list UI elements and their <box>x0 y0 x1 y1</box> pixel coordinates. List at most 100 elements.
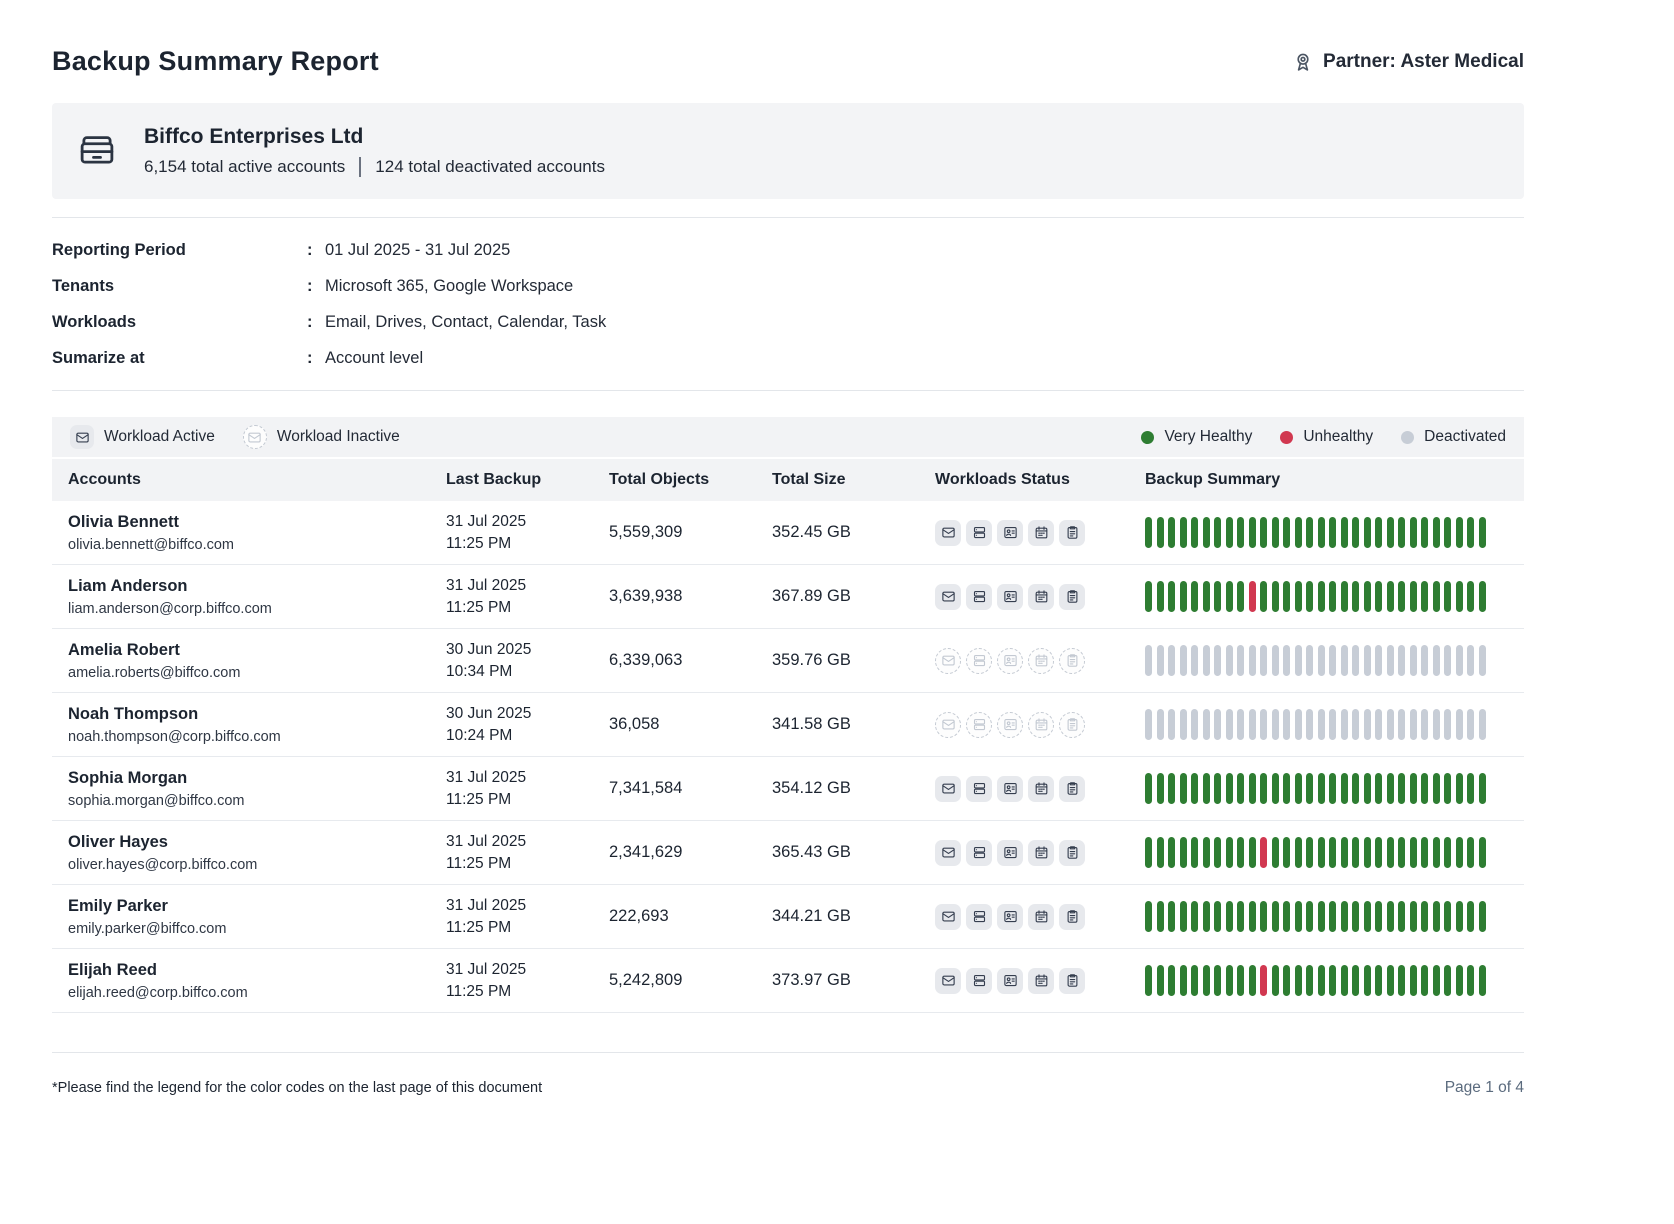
calendar-icon <box>1028 968 1054 994</box>
backup-summary-segment <box>1352 581 1359 612</box>
backup-summary-segment <box>1237 517 1244 548</box>
backup-summary-segment <box>1226 709 1233 740</box>
table-row: Elijah Reedelijah.reed@corp.biffco.com31… <box>52 949 1524 1013</box>
status-legend: Very Healthy Unhealthy Deactivated <box>1141 428 1506 446</box>
col-header-last-backup: Last Backup <box>430 471 593 489</box>
last-backup-time: 11:25 PM <box>446 919 593 937</box>
backup-summary-segment <box>1444 517 1451 548</box>
workloads-status-cell <box>919 648 1129 674</box>
backup-summary-segment <box>1329 709 1336 740</box>
meta-value: Account level <box>325 349 1524 368</box>
backup-summary-segment <box>1398 837 1405 868</box>
backup-summary-segment <box>1398 965 1405 996</box>
drives-icon <box>966 776 992 802</box>
backup-summary-segment <box>1479 773 1486 804</box>
account-name: Oliver Hayes <box>68 833 430 852</box>
last-backup-date: 31 Jul 2025 <box>446 833 593 851</box>
backup-summary-segment <box>1444 837 1451 868</box>
backup-summary-segment <box>1375 965 1382 996</box>
company-info: Biffco Enterprises Ltd 6,154 total activ… <box>144 125 605 177</box>
backup-summary-bars <box>1129 901 1524 932</box>
backup-summary-segment <box>1456 901 1463 932</box>
backup-summary-segment <box>1352 901 1359 932</box>
legend-workload-inactive-label: Workload Inactive <box>277 428 400 446</box>
last-backup-date: 31 Jul 2025 <box>446 513 593 531</box>
backup-summary-bars <box>1129 965 1524 996</box>
account-name: Emily Parker <box>68 897 430 916</box>
backup-summary-segment <box>1272 901 1279 932</box>
account-email: emily.parker@biffco.com <box>68 921 430 937</box>
meta-colon: : <box>307 277 325 296</box>
backup-summary-segment <box>1398 773 1405 804</box>
backup-summary-segment <box>1295 901 1302 932</box>
contact-icon <box>997 648 1023 674</box>
last-backup-time: 11:25 PM <box>446 791 593 809</box>
backup-summary-segment <box>1467 837 1474 868</box>
contact-icon <box>997 904 1023 930</box>
backup-summary-segment <box>1433 773 1440 804</box>
contact-icon <box>997 520 1023 546</box>
backup-summary-segment <box>1364 645 1371 676</box>
account-name: Liam Anderson <box>68 577 430 596</box>
backup-summary-segment <box>1168 709 1175 740</box>
col-header-workloads-status: Workloads Status <box>919 471 1129 489</box>
task-icon <box>1059 712 1085 738</box>
backup-summary-segment <box>1168 645 1175 676</box>
backup-summary-segment <box>1479 645 1486 676</box>
backup-summary-segment <box>1214 837 1221 868</box>
backup-summary-segment <box>1398 645 1405 676</box>
table-row: Sophia Morgansophia.morgan@biffco.com31 … <box>52 757 1524 821</box>
last-backup-date: 30 Jun 2025 <box>446 705 593 723</box>
backup-summary-segment <box>1295 517 1302 548</box>
backup-summary-segment <box>1295 581 1302 612</box>
backup-summary-segment <box>1352 965 1359 996</box>
backup-summary-segment <box>1249 645 1256 676</box>
calendar-icon <box>1028 904 1054 930</box>
backup-summary-segment <box>1387 709 1394 740</box>
partner-label-wrap: Partner: Aster Medical <box>1292 51 1524 73</box>
account-email: amelia.roberts@biffco.com <box>68 665 430 681</box>
drives-icon <box>966 904 992 930</box>
last-backup-date: 30 Jun 2025 <box>446 641 593 659</box>
backup-summary-segment <box>1272 837 1279 868</box>
backup-summary-segment <box>1180 837 1187 868</box>
legend-very-healthy: Very Healthy <box>1141 428 1252 446</box>
backup-summary-segment <box>1283 581 1290 612</box>
backup-summary-segment <box>1387 901 1394 932</box>
backup-summary-segment <box>1444 773 1451 804</box>
stat-divider <box>359 157 361 177</box>
backup-summary-segment <box>1157 837 1164 868</box>
backup-summary-segment <box>1410 773 1417 804</box>
backup-summary-segment <box>1306 581 1313 612</box>
calendar-icon <box>1028 520 1054 546</box>
legend-deactivated-label: Deactivated <box>1424 428 1506 446</box>
backup-summary-segment <box>1375 581 1382 612</box>
calendar-icon <box>1028 648 1054 674</box>
company-stats: 6,154 total active accounts 124 total de… <box>144 157 605 177</box>
backup-summary-segment <box>1145 645 1152 676</box>
table-row: Liam Andersonliam.anderson@corp.biffco.c… <box>52 565 1524 629</box>
backup-summary-segment <box>1375 773 1382 804</box>
backup-summary-segment <box>1329 517 1336 548</box>
meta-row-workloads: Workloads : Email, Drives, Contact, Cale… <box>52 304 1524 340</box>
backup-summary-segment <box>1226 773 1233 804</box>
backup-summary-bars <box>1129 517 1524 548</box>
backup-summary-segment <box>1479 709 1486 740</box>
total-size-cell: 365.43 GB <box>756 843 919 862</box>
table-row: Noah Thompsonnoah.thompson@corp.biffco.c… <box>52 693 1524 757</box>
backup-summary-segment <box>1306 709 1313 740</box>
backup-summary-segment <box>1479 581 1486 612</box>
workloads-status-cell <box>919 840 1129 866</box>
last-backup-time: 11:25 PM <box>446 535 593 553</box>
backup-summary-segment <box>1191 581 1198 612</box>
legend-workload-active-label: Workload Active <box>104 428 215 446</box>
backup-summary-segment <box>1203 965 1210 996</box>
backup-summary-segment <box>1479 837 1486 868</box>
col-header-total-size: Total Size <box>756 471 919 489</box>
backup-summary-segment <box>1260 837 1267 868</box>
col-header-accounts: Accounts <box>52 471 430 489</box>
backup-summary-segment <box>1180 965 1187 996</box>
backup-summary-segment <box>1180 645 1187 676</box>
backup-summary-segment <box>1203 645 1210 676</box>
total-objects-cell: 7,341,584 <box>593 779 756 798</box>
